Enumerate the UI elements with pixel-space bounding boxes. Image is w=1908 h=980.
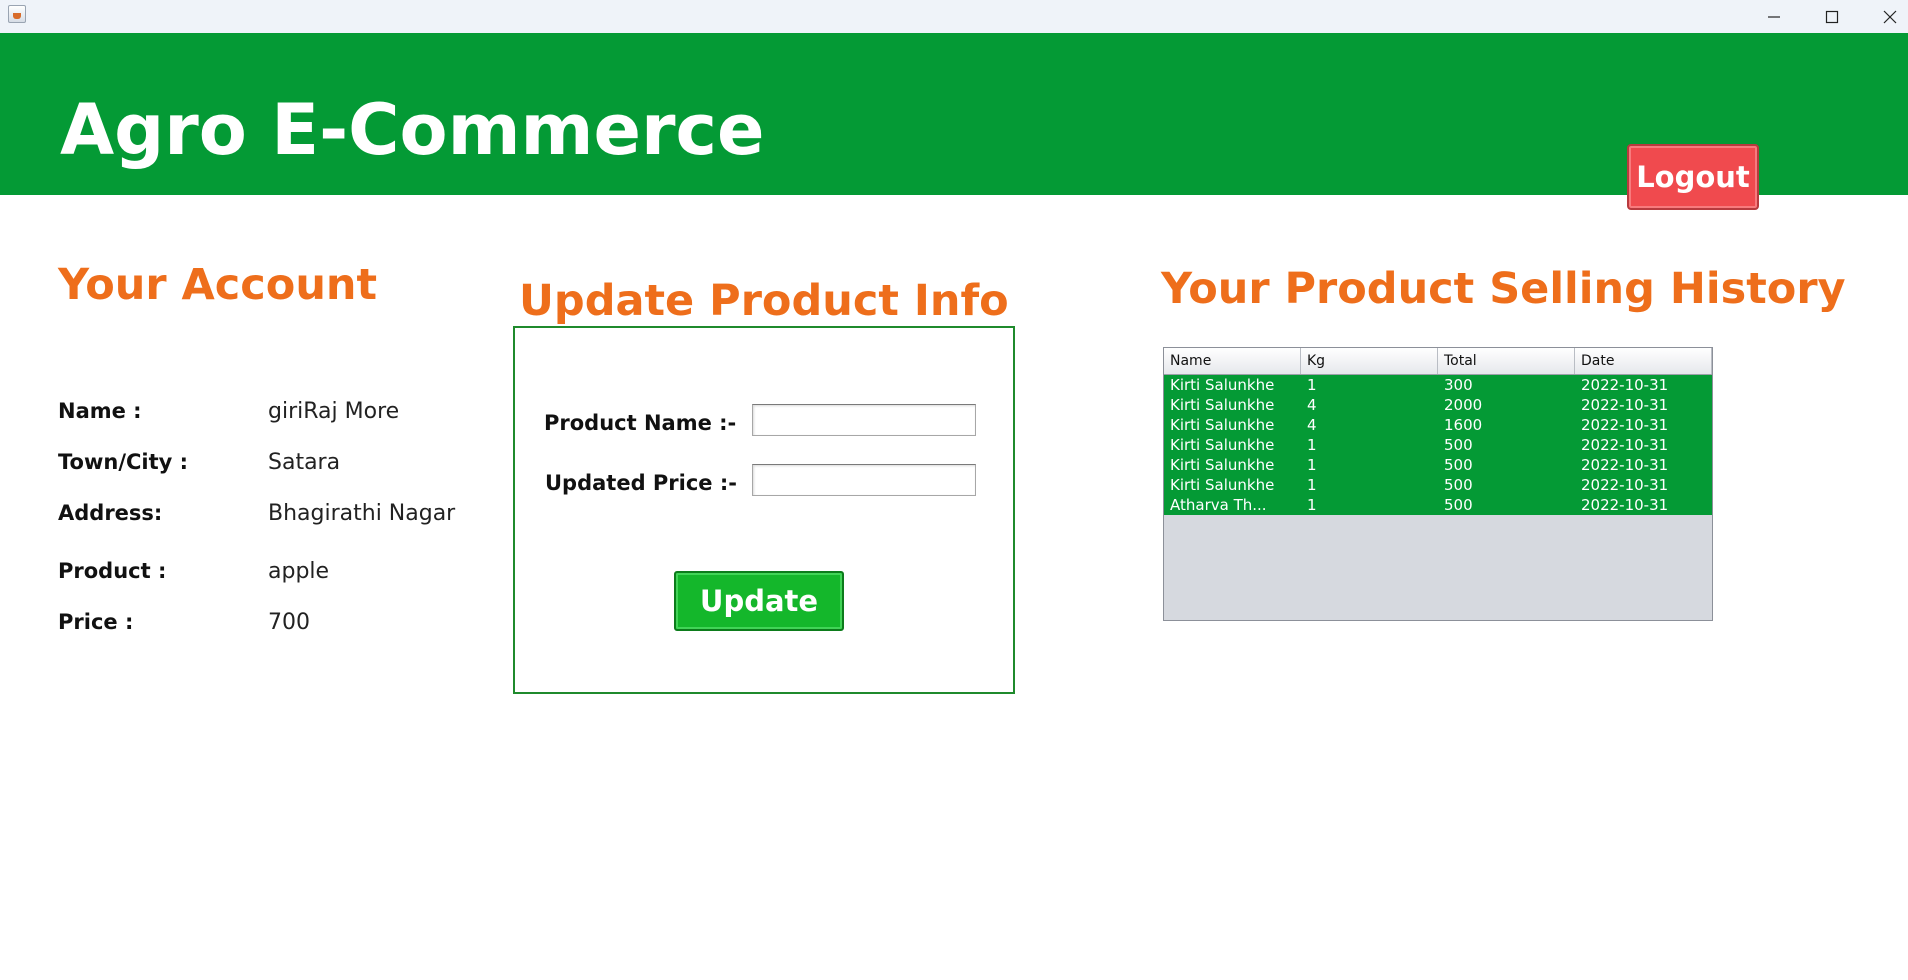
product-name-input[interactable]	[752, 404, 976, 436]
name-label: Name :	[58, 399, 142, 423]
update-product-heading: Update Product Info	[519, 276, 1009, 326]
cell-total: 300	[1444, 376, 1473, 394]
cell-name: Kirti Salunkhe	[1170, 416, 1275, 434]
app-header: Agro E-Commerce Logout	[0, 33, 1908, 210]
name-value: giriRaj More	[268, 399, 400, 424]
table-row[interactable]: Kirti Salunkhe 4 1600 2022-10-31	[1164, 415, 1712, 435]
cell-kg: 4	[1307, 396, 1317, 414]
cell-total: 1600	[1444, 416, 1483, 434]
app-title: Agro E-Commerce	[60, 89, 765, 171]
cell-kg: 1	[1307, 476, 1317, 494]
cell-date: 2022-10-31	[1581, 436, 1669, 454]
product-label: Product :	[58, 559, 167, 583]
cell-date: 2022-10-31	[1581, 496, 1669, 514]
town-city-label: Town/City :	[58, 450, 189, 474]
table-row[interactable]: Kirti Salunkhe 1 300 2022-10-31	[1164, 375, 1712, 395]
cell-date: 2022-10-31	[1581, 416, 1669, 434]
cell-total: 500	[1444, 436, 1473, 454]
cell-name: Kirti Salunkhe	[1170, 456, 1275, 474]
cell-total: 500	[1444, 456, 1473, 474]
table-row[interactable]: Kirti Salunkhe 1 500 2022-10-31	[1164, 435, 1712, 455]
table-row[interactable]: Atharva Th... 1 500 2022-10-31	[1164, 495, 1712, 515]
cell-total: 2000	[1444, 396, 1483, 414]
table-header: Name Kg Total Date	[1164, 348, 1712, 375]
selling-history-heading: Your Product Selling History	[1161, 264, 1846, 314]
java-icon	[8, 5, 26, 23]
address-label: Address:	[58, 501, 163, 525]
cell-name: Kirti Salunkhe	[1170, 396, 1275, 414]
update-product-panel	[513, 326, 1015, 694]
updated-price-input[interactable]	[752, 464, 976, 496]
update-button[interactable]: Update	[674, 571, 844, 631]
table-body: Kirti Salunkhe 1 300 2022-10-31 Kirti Sa…	[1164, 375, 1712, 515]
cell-kg: 1	[1307, 436, 1317, 454]
table-row[interactable]: Kirti Salunkhe 4 2000 2022-10-31	[1164, 395, 1712, 415]
minimize-icon[interactable]	[1746, 0, 1802, 33]
cell-kg: 1	[1307, 376, 1317, 394]
product-value: apple	[268, 559, 330, 584]
cell-total: 500	[1444, 476, 1473, 494]
column-header-total[interactable]: Total	[1438, 348, 1575, 374]
table-row[interactable]: Kirti Salunkhe 1 500 2022-10-31	[1164, 475, 1712, 495]
updated-price-label: Updated Price :-	[545, 471, 737, 495]
cell-kg: 1	[1307, 496, 1317, 514]
cell-name: Kirti Salunkhe	[1170, 436, 1275, 454]
column-header-date[interactable]: Date	[1575, 348, 1712, 374]
close-icon[interactable]	[1862, 0, 1908, 33]
price-value: 700	[268, 610, 310, 635]
cell-kg: 1	[1307, 456, 1317, 474]
column-header-kg[interactable]: Kg	[1301, 348, 1438, 374]
maximize-icon[interactable]	[1804, 0, 1860, 33]
price-label: Price :	[58, 610, 134, 634]
window-titlebar	[0, 0, 1908, 33]
cell-total: 500	[1444, 496, 1473, 514]
column-header-name[interactable]: Name	[1164, 348, 1301, 374]
product-name-label: Product Name :-	[544, 411, 737, 435]
logout-button[interactable]: Logout	[1627, 144, 1759, 210]
cell-date: 2022-10-31	[1581, 476, 1669, 494]
cell-date: 2022-10-31	[1581, 376, 1669, 394]
cell-name: Atharva Th...	[1170, 496, 1267, 514]
account-heading: Your Account	[58, 260, 378, 310]
town-city-value: Satara	[268, 450, 341, 475]
cell-kg: 4	[1307, 416, 1317, 434]
cell-name: Kirti Salunkhe	[1170, 376, 1275, 394]
table-row[interactable]: Kirti Salunkhe 1 500 2022-10-31	[1164, 455, 1712, 475]
cell-date: 2022-10-31	[1581, 456, 1669, 474]
cell-name: Kirti Salunkhe	[1170, 476, 1275, 494]
cell-date: 2022-10-31	[1581, 396, 1669, 414]
address-value: Bhagirathi Nagar	[268, 501, 456, 526]
selling-history-table[interactable]: Name Kg Total Date Kirti Salunkhe 1 300 …	[1163, 347, 1713, 621]
